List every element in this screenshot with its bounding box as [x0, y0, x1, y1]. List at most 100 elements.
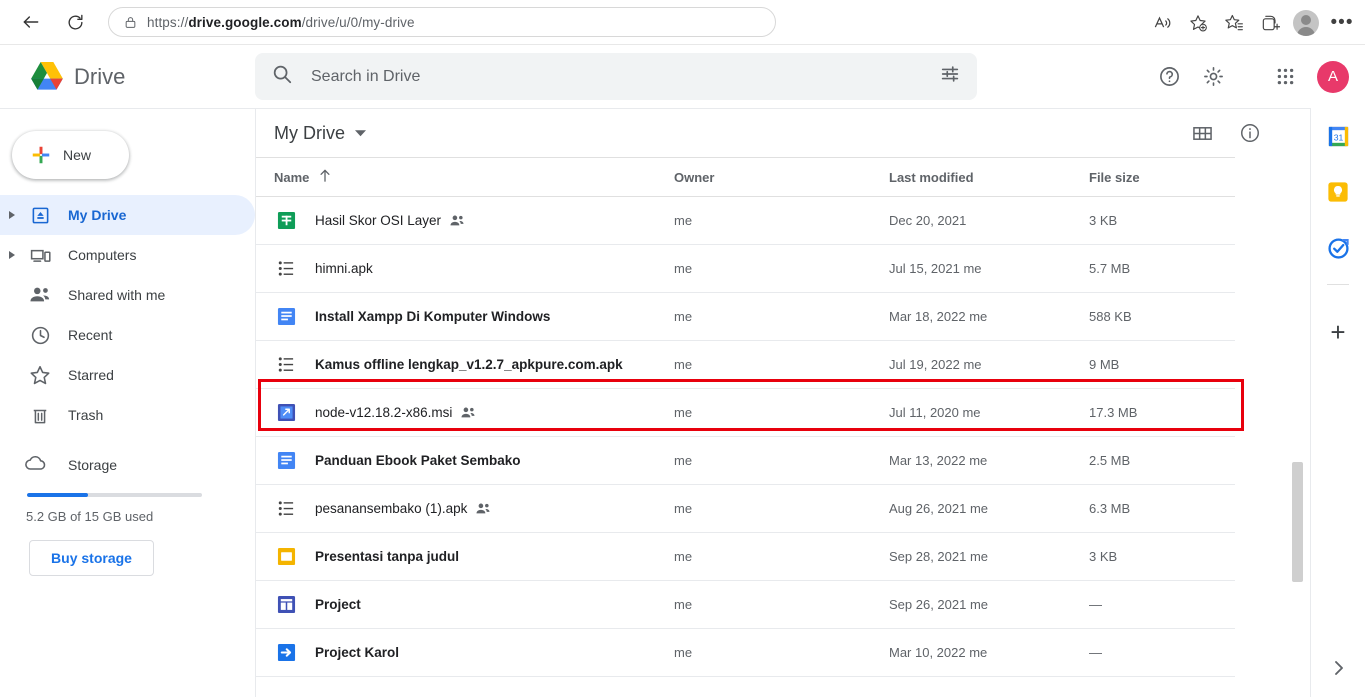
google-apps-button[interactable]: [1265, 57, 1305, 97]
arrow-up-icon: [319, 169, 331, 185]
table-row[interactable]: Project me Sep 26, 2021 me —: [256, 581, 1235, 629]
rail-slot-keep: [1326, 164, 1350, 220]
calendar-glyph: 31: [1327, 125, 1349, 147]
help-button[interactable]: [1149, 57, 1189, 97]
column-header-name[interactable]: Name: [274, 169, 674, 185]
table-row[interactable]: Presentasi tanpa judul me Sep 28, 2021 me 3…: [256, 533, 1235, 581]
info-icon: [1241, 124, 1259, 142]
add-favorite-button[interactable]: [1181, 6, 1215, 40]
file-size: 6.3 MB: [1089, 501, 1131, 516]
tasks-icon[interactable]: [1326, 236, 1350, 260]
file-modified: Mar 13, 2022 me: [889, 453, 988, 468]
plus-icon: [30, 144, 52, 166]
back-button[interactable]: [14, 5, 48, 39]
storage-usage-text: 5.2 GB of 15 GB used: [26, 509, 154, 524]
file-list: Name Owner Last modified File size Hasil…: [256, 157, 1310, 677]
column-header-owner[interactable]: Owner: [674, 170, 889, 185]
file-owner: me: [674, 549, 693, 564]
file-modified: Jul 19, 2022 me: [889, 357, 982, 372]
favorites-button[interactable]: [1217, 6, 1251, 40]
drive-header: Drive Search in Drive A: [0, 45, 1365, 108]
view-actions: [1182, 113, 1270, 153]
sidebar-item-trash[interactable]: Trash: [0, 395, 255, 435]
slides-icon: [274, 547, 298, 566]
file-name: Presentasi tanpa judul: [315, 549, 460, 564]
file-modified: Aug 26, 2021 me: [889, 501, 989, 516]
chevron-down-icon[interactable]: [355, 124, 366, 142]
settings-button[interactable]: [1193, 57, 1233, 97]
table-row[interactable]: node-v12.18.2-x86.msi me Jul 11, 2020 me 17…: [256, 389, 1235, 437]
storage-progress-bar: [27, 493, 202, 497]
favorites-icon: [1225, 14, 1243, 30]
column-header-modified[interactable]: Last modified: [889, 170, 1089, 185]
sidebar-item-recent[interactable]: Recent: [0, 315, 255, 355]
new-button[interactable]: New: [12, 131, 129, 179]
apk-icon: [274, 500, 298, 517]
search-options-icon[interactable]: [939, 63, 961, 90]
buy-storage-button[interactable]: Buy storage: [29, 540, 154, 576]
breadcrumb[interactable]: My Drive: [274, 123, 345, 144]
address-bar-url: https://drive.google.com/drive/u/0/my-dr…: [147, 15, 415, 30]
main-content: My Drive Name Owner Last modified File s…: [255, 108, 1310, 697]
clock-icon: [24, 325, 56, 346]
table-row[interactable]: Kamus offline lengkap_v1.2.7_apkpure.com…: [256, 341, 1235, 389]
calendar-icon[interactable]: 31: [1326, 124, 1350, 148]
drive-logo-zone[interactable]: Drive: [0, 60, 255, 94]
rail-slot-tasks: [1326, 220, 1350, 276]
expand-panel-button[interactable]: [1311, 659, 1365, 677]
back-arrow-icon: [23, 16, 39, 28]
read-aloud-button[interactable]: [1145, 6, 1179, 40]
lock-icon: [119, 15, 141, 30]
my-drive-icon: [24, 206, 56, 225]
browser-actions: •••: [1143, 0, 1359, 45]
reload-icon: [68, 14, 83, 30]
collections-icon: [1262, 15, 1280, 30]
storage-link[interactable]: Storage: [0, 445, 255, 485]
browser-profile-button[interactable]: [1289, 6, 1323, 40]
url-path: /drive/u/0/my-drive: [301, 14, 415, 30]
file-modified: Dec 20, 2021: [889, 213, 967, 228]
file-owner: me: [674, 501, 693, 516]
rail-slot-calendar: 31: [1326, 108, 1350, 164]
sidebar-item-my-drive[interactable]: My Drive: [0, 195, 255, 235]
sidebar-item-computers[interactable]: Computers: [0, 235, 255, 275]
more-icon: •••: [1330, 11, 1354, 33]
search-input[interactable]: Search in Drive: [311, 68, 939, 86]
table-row[interactable]: Hasil Skor OSI Layer me Dec 20, 2021 3 KB: [256, 197, 1235, 245]
table-row[interactable]: himni.apk me Jul 15, 2021 me 5.7 MB: [256, 245, 1235, 293]
browser-settings-button[interactable]: •••: [1325, 6, 1359, 40]
file-modified: Sep 26, 2021 me: [889, 597, 989, 612]
file-name-cell: Hasil Skor OSI Layer: [274, 211, 674, 230]
sidebar-item-starred[interactable]: Starred: [0, 355, 255, 395]
table-row[interactable]: Install Xampp Di Komputer Windows me Mar 1…: [256, 293, 1235, 341]
file-modified: Jul 15, 2021 me: [889, 261, 982, 276]
file-modified: Jul 11, 2020 me: [889, 405, 981, 420]
column-header-size[interactable]: File size: [1089, 170, 1229, 185]
sidebar-item-label: Starred: [68, 367, 114, 383]
browser-toolbar: https://drive.google.com/drive/u/0/my-dr…: [0, 0, 1365, 45]
table-row[interactable]: Project Karol me Mar 10, 2022 me —: [256, 629, 1235, 677]
grid-view-button[interactable]: [1182, 113, 1222, 153]
search-bar[interactable]: Search in Drive: [255, 53, 977, 100]
new-button-label: New: [63, 147, 92, 163]
collections-button[interactable]: [1253, 6, 1287, 40]
sidebar-item-shared-with-me[interactable]: Shared with me: [0, 275, 255, 315]
add-ons-button[interactable]: +: [1330, 319, 1345, 346]
file-name-cell: Presentasi tanpa judul: [274, 547, 674, 566]
account-avatar[interactable]: A: [1317, 60, 1349, 93]
file-name-cell: himni.apk: [274, 260, 674, 277]
expand-caret-icon[interactable]: [0, 250, 24, 260]
drive-app-name: Drive: [74, 63, 126, 89]
keep-icon[interactable]: [1326, 180, 1350, 204]
table-row[interactable]: pesanansembako (1).apk me Aug 26, 2021 me 6…: [256, 485, 1235, 533]
details-button[interactable]: [1230, 113, 1270, 153]
sheets-icon: [274, 211, 298, 230]
reload-button[interactable]: [58, 5, 92, 39]
vertical-scrollbar[interactable]: [1292, 462, 1303, 582]
table-row[interactable]: Panduan Ebook Paket Sembako me Mar 13, 202…: [256, 437, 1235, 485]
expand-caret-icon[interactable]: [0, 210, 24, 220]
sites-icon: [274, 595, 298, 614]
file-size: 17.3 MB: [1089, 405, 1138, 420]
address-bar[interactable]: https://drive.google.com/drive/u/0/my-dr…: [108, 7, 776, 37]
file-owner: me: [674, 213, 693, 228]
